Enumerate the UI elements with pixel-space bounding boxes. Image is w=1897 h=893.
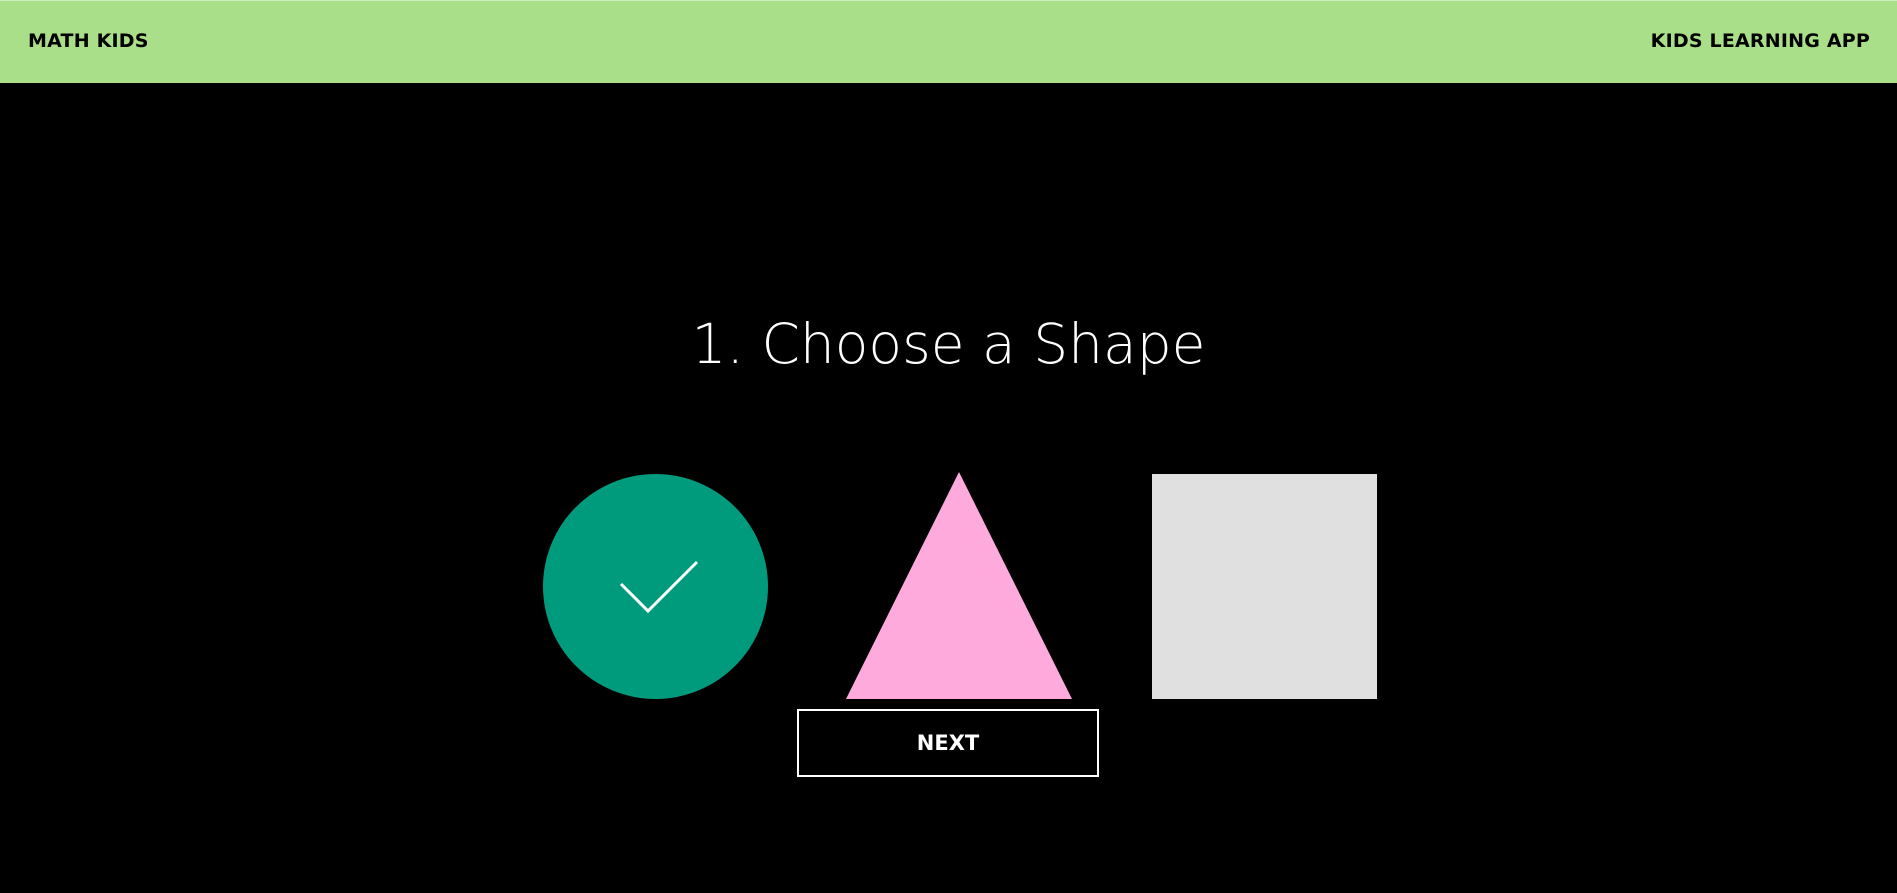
next-button[interactable]: NEXT <box>797 709 1099 777</box>
checkmark-icon <box>619 560 699 614</box>
brand-logo[interactable]: MATH KIDS <box>28 30 149 52</box>
shape-option-triangle[interactable] <box>846 472 1072 699</box>
app-name: KIDS LEARNING APP <box>1650 30 1870 52</box>
page-title: 1. Choose a Shape <box>691 312 1206 376</box>
shape-option-circle[interactable] <box>543 474 768 699</box>
top-bar: MATH KIDS KIDS LEARNING APP <box>0 0 1897 83</box>
shape-option-square[interactable] <box>1152 474 1377 699</box>
